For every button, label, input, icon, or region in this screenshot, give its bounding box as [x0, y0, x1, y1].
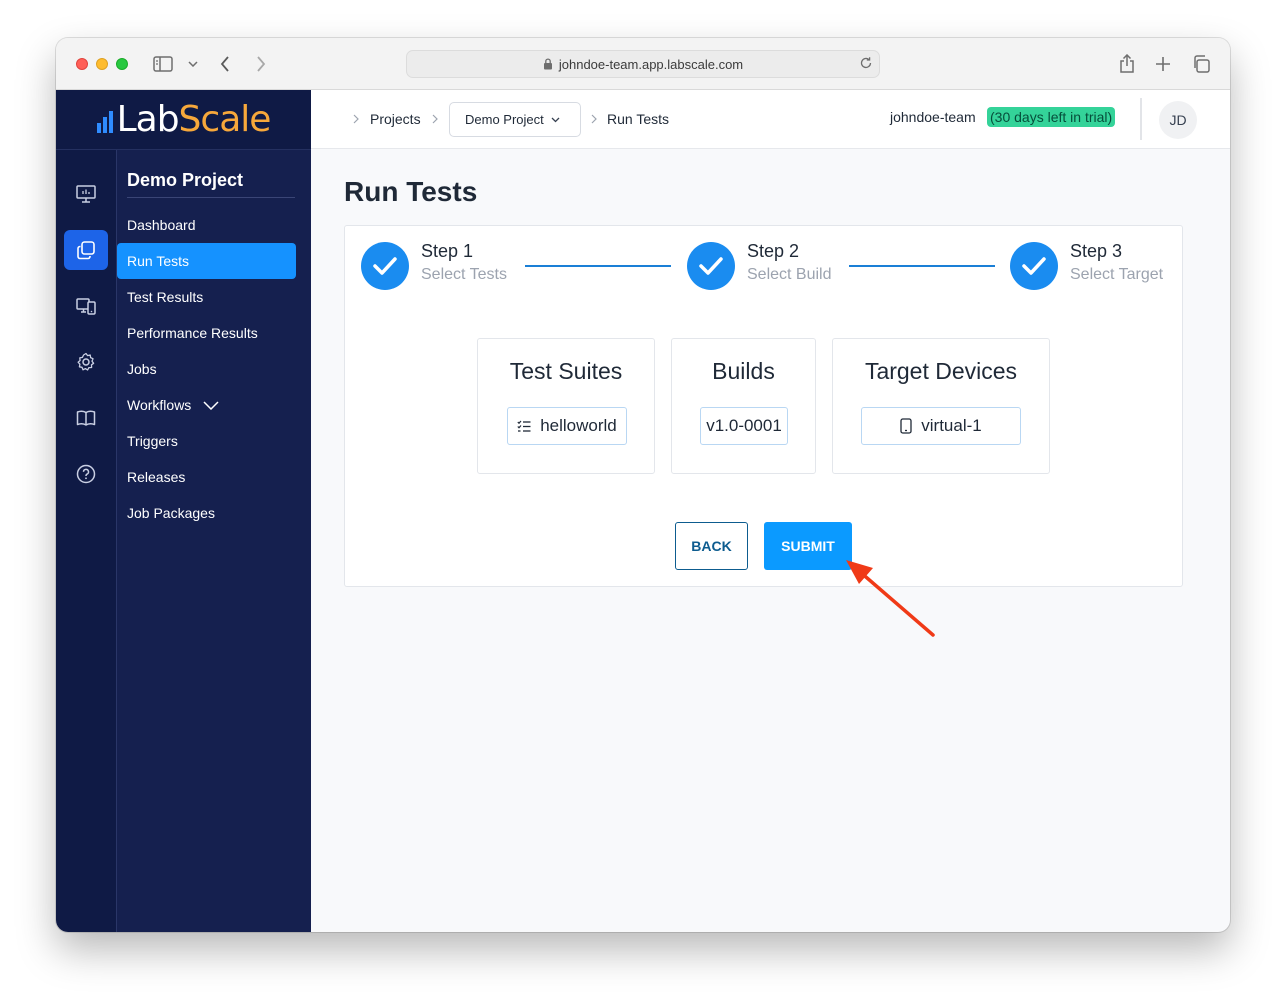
sidebar-item-dashboard[interactable]: Dashboard: [117, 207, 296, 243]
projects-copy-icon: [75, 239, 97, 261]
submit-button[interactable]: SUBMIT: [764, 522, 852, 570]
builds-title: Builds: [712, 358, 775, 384]
sidebar-item-releases[interactable]: Releases: [117, 459, 296, 495]
build-chip[interactable]: v1.0-0001: [700, 407, 788, 445]
step-3-check-icon: [1010, 242, 1058, 290]
sidebar-item-label: Performance Results: [127, 325, 258, 341]
run-tests-card: Step 1 Select Tests Step 2 Select Build …: [344, 225, 1183, 587]
sidebar-item-test-results[interactable]: Test Results: [117, 279, 296, 315]
target-devices-box: Target Devices virtual-1: [832, 338, 1050, 474]
breadcrumb-current: Run Tests: [607, 111, 669, 127]
share-icon[interactable]: [1116, 52, 1138, 76]
sidebar-item-label: Jobs: [127, 361, 157, 377]
sidebar-item-label: Triggers: [127, 433, 178, 449]
rail-settings-item[interactable]: [64, 342, 108, 382]
zoom-window-button[interactable]: [116, 58, 128, 70]
trial-badge: (30 days left in trial): [987, 107, 1116, 127]
step-2-check-icon: [687, 242, 735, 290]
step-2-subtitle: Select Build: [747, 266, 832, 283]
phone-icon: [900, 418, 912, 434]
back-button[interactable]: BACK: [675, 522, 748, 570]
minimize-window-button[interactable]: [96, 58, 108, 70]
step-connector: [849, 265, 995, 267]
address-bar[interactable]: johndoe-team.app.labscale.com: [406, 50, 880, 78]
chevron-right-icon: [353, 114, 359, 124]
sidebar-item-label: Test Results: [127, 289, 204, 305]
help-circle-icon: [75, 463, 97, 485]
sidebar-item-workflows[interactable]: Workflows: [117, 387, 296, 423]
step-3-title: Step 3: [1070, 241, 1123, 261]
tab-overview-icon[interactable]: [1190, 52, 1212, 76]
chevron-down-icon: [551, 117, 560, 123]
sidebar-item-performance-results[interactable]: Performance Results: [117, 315, 296, 351]
devices-icon: [75, 295, 97, 317]
avatar-initials: JD: [1169, 112, 1187, 128]
chevron-right-icon: [432, 114, 438, 124]
rail-projects-item[interactable]: [64, 230, 108, 270]
test-suite-value: helloworld: [540, 416, 617, 435]
builds-box: Builds v1.0-0001: [671, 338, 816, 474]
step-2-title: Step 2: [747, 241, 800, 261]
sidebar-item-label: Dashboard: [127, 217, 196, 233]
project-select[interactable]: Demo Project: [449, 102, 581, 137]
gear-icon: [75, 351, 97, 373]
project-title: Demo Project: [127, 170, 295, 198]
step-1-subtitle: Select Tests: [421, 266, 507, 283]
page-title: Run Tests: [344, 176, 478, 207]
browser-titlebar: johndoe-team.app.labscale.com: [56, 38, 1230, 90]
project-sidebar: Demo Project Dashboard Run Tests Test Re…: [116, 150, 311, 932]
sidebar-item-run-tests[interactable]: Run Tests: [117, 243, 296, 279]
checklist-icon: [517, 420, 531, 432]
breadcrumb-projects[interactable]: Projects: [370, 111, 421, 127]
project-select-value: Demo Project: [465, 112, 544, 127]
lock-icon: [543, 58, 553, 70]
sidebar-item-label: Run Tests: [127, 253, 189, 269]
sidebar-toggle-icon[interactable]: [152, 52, 174, 76]
step-1-check-icon: [361, 242, 409, 290]
top-header: Projects Demo Project Run Tests johndoe-…: [311, 90, 1230, 149]
sidebar-item-jobs[interactable]: Jobs: [117, 351, 296, 387]
rail-dashboard-item[interactable]: [64, 174, 108, 214]
build-value: v1.0-0001: [706, 416, 782, 435]
chevron-right-icon: [591, 114, 597, 124]
target-device-chip[interactable]: virtual-1: [861, 407, 1021, 445]
avatar[interactable]: JD: [1159, 101, 1197, 139]
test-suites-box: Test Suites helloworld: [477, 338, 655, 474]
logo-bars-icon: [96, 107, 115, 133]
url-text: johndoe-team.app.labscale.com: [558, 56, 744, 72]
book-icon: [75, 407, 97, 429]
test-suite-chip[interactable]: helloworld: [507, 407, 627, 445]
sidebar-item-job-packages[interactable]: Job Packages: [117, 495, 296, 531]
brand-logo[interactable]: Lab Scale: [56, 90, 311, 150]
step-connector: [525, 265, 671, 267]
test-suites-title: Test Suites: [509, 358, 623, 384]
step-3-subtitle: Select Target: [1070, 266, 1164, 283]
back-arrow-icon[interactable]: [216, 52, 234, 76]
sidebar-item-label: Job Packages: [127, 505, 215, 521]
target-devices-title: Target Devices: [864, 358, 1018, 384]
team-name: johndoe-team: [890, 109, 976, 125]
reload-icon[interactable]: [859, 56, 873, 70]
monitor-chart-icon: [75, 183, 97, 205]
rail-docs-item[interactable]: [64, 398, 108, 438]
browser-window: johndoe-team.app.labscale.com Lab Scale …: [56, 38, 1230, 932]
target-device-value: virtual-1: [921, 416, 982, 435]
brand-name-lab: Lab: [116, 99, 180, 140]
sidebar-item-triggers[interactable]: Triggers: [117, 423, 296, 459]
chevron-down-icon[interactable]: [186, 52, 200, 76]
icon-rail: [56, 90, 116, 932]
forward-arrow-icon[interactable]: [252, 52, 270, 76]
brand-name-scale: Scale: [178, 99, 272, 140]
new-tab-icon[interactable]: [1152, 52, 1174, 76]
header-divider: [1140, 98, 1142, 140]
chevron-down-icon[interactable]: [203, 400, 219, 410]
rail-help-item[interactable]: [64, 454, 108, 494]
rail-devices-item[interactable]: [64, 286, 108, 326]
sidebar-item-label: Workflows: [127, 397, 192, 413]
sidebar-item-label: Releases: [127, 469, 186, 485]
close-window-button[interactable]: [76, 58, 88, 70]
step-1-title: Step 1: [421, 241, 474, 261]
